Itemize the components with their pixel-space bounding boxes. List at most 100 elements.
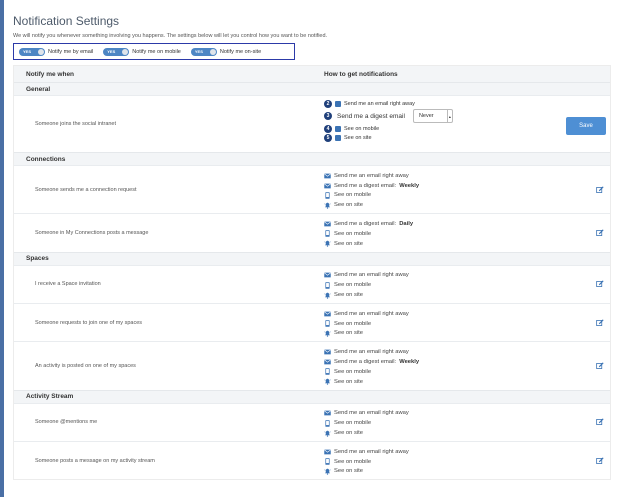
mobile-option: 4 See on mobile [324,124,453,133]
channel-text: See on mobile [334,320,372,327]
row-channels: Send me an email right away See on mobile… [314,442,409,479]
channel-text: Send me a digest email: [334,221,397,228]
channel-text: See on site [334,202,364,209]
edit-icon[interactable] [596,457,604,465]
channel-line: See on mobile [324,319,409,329]
channel-line: See on site [324,377,419,387]
col-how-header: How to get notifications [324,70,398,78]
email-icon [324,311,331,317]
email-toggle[interactable]: YES [19,47,45,56]
edit-icon[interactable] [596,319,604,327]
bell-icon [324,202,331,209]
mobile-option-label: See on mobile [344,125,380,132]
section-header: Activity Stream [14,389,610,403]
sections-host: Connections Someone sends me a connection… [14,152,610,480]
table-row: An activity is posted on one of my space… [14,341,610,390]
page: Notification Settings We will notify you… [13,0,613,39]
edit-icon[interactable] [596,280,604,288]
channel-text: Send me an email right away [334,272,409,279]
row-label: Someone in My Connections posts a messag… [35,229,149,236]
channel-text: See on mobile [334,368,372,375]
bell-icon [324,378,331,385]
channel-text: Send me an email right away [334,410,409,417]
channel-line: See on site [324,467,409,477]
edit-icon[interactable] [596,185,604,194]
digest-option-label: Send me a digest email [337,112,405,120]
channel-line: See on site [324,428,409,438]
channel-line: Send me an email right away [324,409,409,419]
bell-icon [324,430,331,437]
mobile-icon [324,230,331,238]
channel-line: Send me a digest email: Weekly [324,181,419,191]
page-intro: We will notify you whenever something in… [13,33,328,39]
section-header: Spaces [14,251,610,265]
table-row: Someone sends me a connection request Sen… [14,165,610,214]
channel-text: Send me a digest email: [334,182,397,189]
row-label: Someone @mentions me [35,419,98,426]
digest-option: 3 Send me a digest email Never ▴ [324,108,453,124]
channel-line: See on mobile [324,229,413,239]
col-when-header: Notify me when [26,70,75,78]
mobile-icon [324,192,331,199]
channel-line: Send me a digest email: Daily [324,219,413,229]
channel-line: Send me an email right away [324,447,409,457]
page-title: Notification Settings [13,14,120,28]
channel-line: See on mobile [324,191,419,201]
channel-text: Send me a digest email: [334,359,397,366]
edit-icon[interactable] [596,229,604,237]
step-badge-3: 3 [324,112,332,120]
channel-text: See on mobile [334,282,372,289]
table-row: Someone in My Connections posts a messag… [14,213,610,252]
site-toggle-group: YES Notify me on-site [190,47,262,56]
mobile-icon [324,458,331,465]
channel-text: See on mobile [334,192,372,199]
general-row: Someone joins the social intranet 2 Send… [14,95,610,152]
mobile-checkbox[interactable] [335,125,341,132]
step-badge-5: 5 [324,133,332,142]
email-icon [324,183,331,189]
channel-line: See on site [324,329,409,339]
email-icon [324,410,331,416]
channel-line: See on site [324,239,413,249]
master-toggles: YES Notify me by email YES Notify me on … [13,43,295,60]
bell-icon [324,330,331,337]
channel-text: Send me an email right away [334,310,409,317]
site-toggle-label: Notify me on-site [219,48,262,55]
channel-line: Send me an email right away [324,171,419,181]
step-badge-4: 4 [324,124,332,133]
email-icon [324,221,331,227]
channel-line: Send me an email right away [324,271,409,281]
row-label: Someone sends me a connection request [35,186,137,193]
row-channels: Send me an email right away Send me a dig… [314,342,419,389]
mobile-toggle-group: YES Notify me on mobile [103,47,181,56]
save-button[interactable]: Save [566,117,606,135]
table-row: Someone @mentions me Send me an email rig… [14,402,610,441]
channel-text: See on mobile [334,420,372,427]
edit-icon[interactable] [596,418,604,426]
channel-text: See on mobile [334,458,372,465]
channel-text: See on site [334,240,364,247]
email-icon [324,449,331,455]
email-icon [324,349,331,355]
email-option: 2 Send me an email right away [324,99,453,108]
channel-line: See on site [324,290,409,300]
digest-select[interactable]: Never ▴ [412,109,453,123]
row-channels: Send me an email right away Send me a dig… [314,166,419,213]
site-checkbox[interactable] [335,134,341,141]
digest-frequency: Weekly [399,182,420,189]
section-header: Connections [14,152,610,165]
site-option: 5 See on site [324,133,453,142]
email-checkbox[interactable] [335,100,341,107]
edit-icon[interactable] [596,362,604,370]
channel-text: Send me an email right away [334,349,409,356]
mobile-toggle[interactable]: YES [103,47,130,56]
channel-line: Send me an email right away [324,309,409,319]
channel-line: See on mobile [324,457,409,467]
row-label: Someone posts a message on my activity s… [35,457,155,464]
bell-icon [324,468,331,475]
row-channels: Send me a digest email: Daily See on mobi… [314,214,413,251]
row-channels: Send me an email right away See on mobile… [314,304,409,341]
table-row: Someone requests to join one of my space… [14,302,610,342]
site-toggle[interactable]: YES [190,47,217,56]
channel-line: See on site [324,200,419,210]
